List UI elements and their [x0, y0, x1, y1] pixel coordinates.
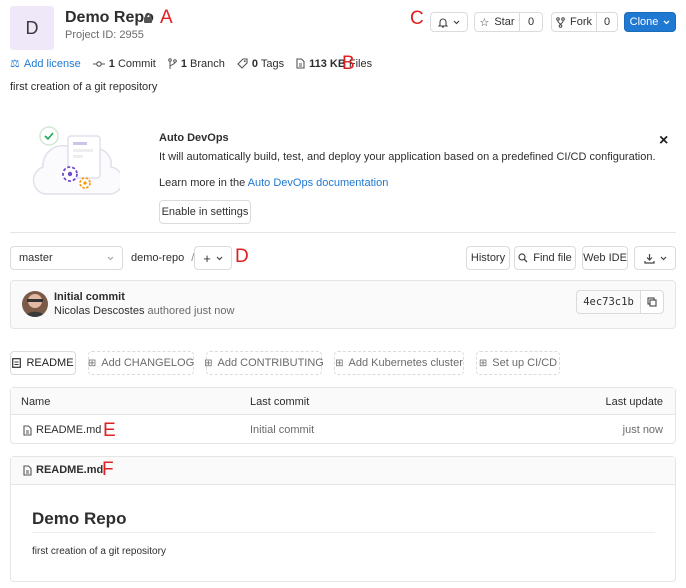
- readme-button[interactable]: README: [10, 351, 76, 375]
- file-icon: [23, 465, 32, 476]
- commits-link[interactable]: 1 Commit: [109, 58, 156, 70]
- star-icon: ☆: [479, 16, 490, 29]
- file-last-update: just now: [622, 424, 663, 436]
- project-id: Project ID: 2955: [65, 29, 144, 41]
- set-up-cicd-button[interactable]: ⊞ Set up CI/CD: [476, 351, 560, 375]
- copy-sha-button[interactable]: [640, 290, 664, 314]
- marker-c: C: [410, 8, 424, 29]
- add-to-tree-dropdown[interactable]: +: [194, 246, 232, 270]
- file-last-commit-link[interactable]: Initial commit: [250, 424, 314, 436]
- readme-heading: Demo Repo: [32, 509, 127, 528]
- file-name-link[interactable]: README.md: [36, 424, 101, 436]
- plus-square-icon: ⊞: [204, 357, 213, 369]
- autodevops-illustration: [30, 124, 120, 204]
- add-contributing-button[interactable]: ⊞ Add CONTRIBUTING: [204, 351, 324, 375]
- fork-button[interactable]: Fork: [551, 12, 597, 32]
- chevron-down-icon: [453, 20, 460, 24]
- chevron-down-icon: [216, 256, 223, 260]
- download-icon: [643, 253, 655, 264]
- copy-icon: [647, 297, 657, 307]
- enable-in-settings-button[interactable]: Enable in settings: [159, 200, 251, 224]
- breadcrumb-repo-link[interactable]: demo-repo: [131, 252, 184, 264]
- column-header-last-commit: Last commit: [250, 396, 310, 408]
- history-button[interactable]: History: [466, 246, 510, 270]
- project-avatar: D: [10, 6, 54, 50]
- document-icon: [12, 358, 22, 368]
- divider: [10, 232, 676, 233]
- plus-square-icon: ⊞: [87, 357, 97, 369]
- readme-heading-rule: [32, 532, 655, 533]
- find-file-button[interactable]: Find file: [514, 246, 576, 270]
- download-dropdown[interactable]: [634, 246, 676, 270]
- branch-selector[interactable]: master: [10, 246, 123, 270]
- add-kubernetes-cluster-button[interactable]: ⊞ Add Kubernetes cluster: [334, 351, 464, 375]
- lock-icon: [143, 12, 153, 24]
- add-license-link[interactable]: Add license: [24, 58, 81, 70]
- plus-square-icon: ⊞: [335, 357, 344, 369]
- autodevops-docs-link[interactable]: Auto DevOps documentation: [248, 177, 389, 189]
- star-count[interactable]: 0: [519, 12, 543, 32]
- table-header-row: [11, 388, 675, 415]
- branch-icon: [168, 58, 177, 69]
- breadcrumb: demo-repo /: [131, 252, 195, 264]
- chevron-down-icon: [660, 256, 666, 260]
- chevron-down-icon: [663, 20, 670, 24]
- marker-f: F: [102, 459, 114, 480]
- chevron-down-icon: [107, 256, 114, 260]
- marker-d: D: [235, 246, 249, 267]
- commit-title[interactable]: Initial commit: [54, 291, 125, 303]
- branches-link[interactable]: 1 Branch: [181, 58, 225, 70]
- autodevops-body: It will automatically build, test, and d…: [159, 151, 656, 163]
- marker-b: B: [342, 53, 355, 74]
- avatar[interactable]: [22, 291, 48, 317]
- tag-icon: [237, 58, 248, 69]
- project-stats: ⚖ Add license 1 Commit 1 Branch 0 Tags 1…: [10, 57, 372, 71]
- notification-dropdown[interactable]: [430, 12, 468, 32]
- bell-icon: [438, 18, 448, 28]
- add-changelog-button[interactable]: ⊞ Add CHANGELOG: [88, 351, 194, 375]
- commit-author-link[interactable]: Nicolas Descostes: [54, 305, 144, 317]
- readme-body: first creation of a git repository: [32, 546, 166, 557]
- files-link[interactable]: 113 KB Files: [309, 58, 372, 70]
- close-icon[interactable]: ×: [659, 133, 668, 149]
- plus-square-icon: ⊞: [478, 357, 488, 369]
- scale-icon: ⚖: [10, 58, 20, 70]
- file-icon: [23, 425, 32, 436]
- marker-e: E: [103, 420, 116, 441]
- commit-meta: Nicolas Descostes authored just now: [54, 305, 235, 317]
- star-button[interactable]: ☆ Star: [474, 12, 520, 32]
- autodevops-title: Auto DevOps: [159, 132, 229, 144]
- web-ide-button[interactable]: Web IDE: [582, 246, 628, 270]
- marker-a: A: [160, 7, 173, 28]
- file-icon: [296, 58, 305, 69]
- commit-sha[interactable]: 4ec73c1b: [576, 290, 641, 314]
- clone-button[interactable]: Clone: [624, 12, 676, 32]
- column-header-last-update: Last update: [605, 396, 664, 408]
- search-icon: [518, 253, 528, 263]
- commit-icon: [92, 60, 105, 67]
- column-header-name: Name: [21, 396, 51, 408]
- readme-filename[interactable]: README.md: [36, 464, 103, 476]
- fork-icon: [556, 16, 565, 28]
- project-description: first creation of a git repository: [10, 81, 158, 93]
- fork-count[interactable]: 0: [596, 12, 618, 32]
- autodevops-learn-more: Learn more in the Auto DevOps documentat…: [159, 177, 389, 189]
- tags-link[interactable]: 0 Tags: [252, 58, 284, 70]
- project-name[interactable]: Demo Repo: [65, 9, 154, 27]
